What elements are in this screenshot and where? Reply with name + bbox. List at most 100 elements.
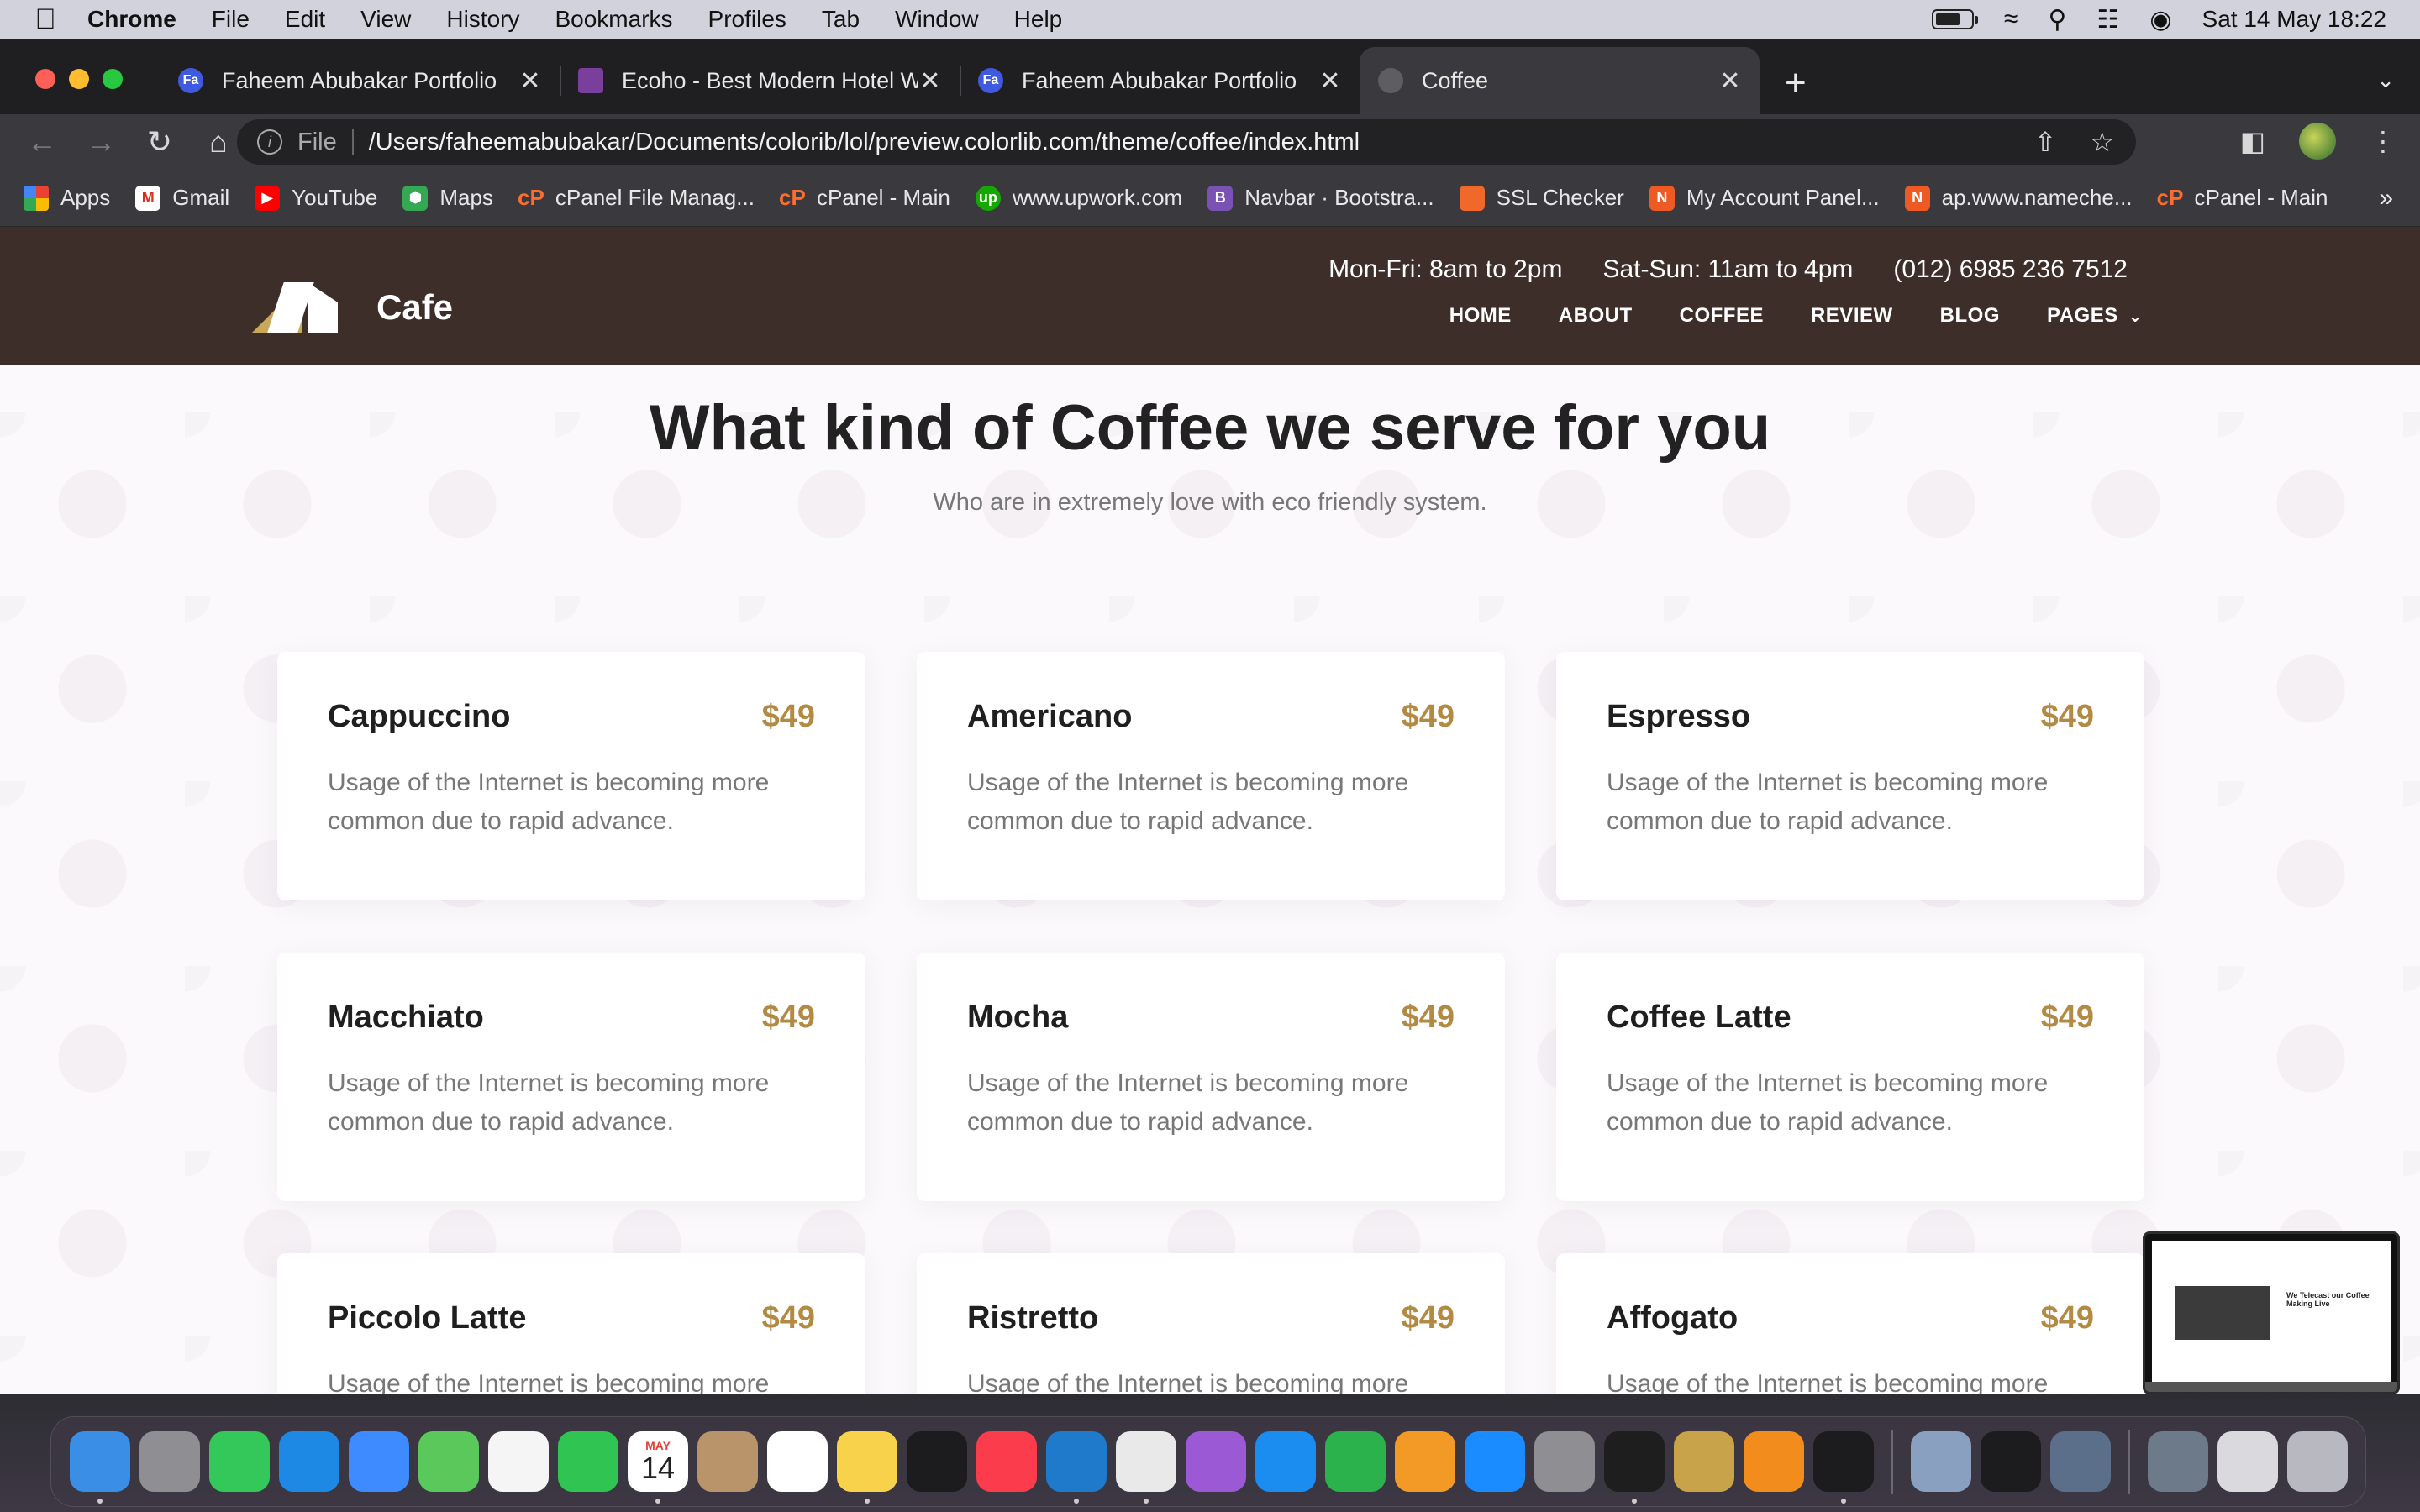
wifi-icon[interactable]: ≈: [2004, 5, 2018, 34]
site-info-icon[interactable]: i: [257, 129, 282, 155]
minimize-window-button[interactable]: [69, 69, 89, 89]
contacts-icon[interactable]: [697, 1431, 758, 1492]
menu-file[interactable]: File: [212, 6, 250, 33]
pages-icon[interactable]: [1395, 1431, 1455, 1492]
bookmark-namecheap-ap[interactable]: N ap.www.nameche...: [1904, 185, 2133, 211]
tab-portfolio-2[interactable]: Fa Faheem Abubakar Portfolio ✕: [960, 47, 1360, 114]
back-arrow-icon[interactable]: ←: [25, 124, 59, 160]
bookmark-maps[interactable]: ⬢ Maps: [402, 185, 493, 211]
chrome-menu-kebab-icon[interactable]: ⋮: [2370, 125, 2396, 157]
system-preferences-icon[interactable]: [1534, 1431, 1595, 1492]
menu-card-piccolo-latte[interactable]: Piccolo Latte $49 Usage of the Internet …: [277, 1253, 865, 1394]
bookmark-gmail[interactable]: M Gmail: [135, 185, 229, 211]
mail-icon[interactable]: [349, 1431, 409, 1492]
close-tab-icon[interactable]: ✕: [918, 66, 943, 96]
nav-about[interactable]: ABOUT: [1559, 304, 1633, 328]
music-icon[interactable]: [976, 1431, 1037, 1492]
forward-arrow-icon[interactable]: →: [84, 124, 118, 160]
close-tab-icon[interactable]: ✕: [1718, 66, 1743, 96]
battery-icon[interactable]: [1931, 9, 1978, 29]
menu-bookmarks[interactable]: Bookmarks: [555, 6, 672, 33]
menu-window[interactable]: Window: [895, 6, 979, 33]
vlc-icon[interactable]: [1744, 1431, 1804, 1492]
tab-coffee[interactable]: Coffee ✕: [1360, 47, 1760, 114]
nav-pages[interactable]: PAGES ⌄: [2047, 304, 2143, 328]
photos-icon[interactable]: [488, 1431, 549, 1492]
menu-card-mocha[interactable]: Mocha $49 Usage of the Internet is becom…: [917, 953, 1505, 1201]
menu-history[interactable]: History: [446, 6, 519, 33]
home-icon[interactable]: ⌂: [202, 124, 235, 160]
reload-icon[interactable]: ↻: [143, 124, 176, 160]
podcasts-icon[interactable]: [1186, 1431, 1246, 1492]
control-center-icon[interactable]: ☷: [2096, 5, 2119, 34]
bookmark-cpanel-main[interactable]: cP cPanel - Main: [779, 185, 950, 211]
tv-icon[interactable]: [907, 1431, 967, 1492]
share-icon[interactable]: ⇧: [2034, 126, 2057, 158]
tab-portfolio-1[interactable]: Fa Faheem Abubakar Portfolio ✕: [160, 47, 560, 114]
menu-tab[interactable]: Tab: [822, 6, 860, 33]
menu-card-macchiato[interactable]: Macchiato $49 Usage of the Internet is b…: [277, 953, 865, 1201]
menu-profiles[interactable]: Profiles: [708, 6, 786, 33]
trash-icon[interactable]: [2287, 1431, 2348, 1492]
figma-icon[interactable]: [1604, 1431, 1665, 1504]
activity-monitor-icon[interactable]: [1981, 1431, 2041, 1492]
tab-search-chevron-icon[interactable]: ⌄: [2376, 67, 2395, 93]
notes-icon[interactable]: [837, 1431, 897, 1504]
siri-icon[interactable]: ◉: [2149, 5, 2171, 34]
more-bookmarks-chevron-icon[interactable]: »: [2379, 184, 2393, 213]
chrome-icon[interactable]: [1116, 1431, 1176, 1504]
close-window-button[interactable]: [35, 69, 55, 89]
side-panel-icon[interactable]: ◧: [2240, 125, 2265, 157]
menu-card-affogato[interactable]: Affogato $49 Usage of the Internet is be…: [1556, 1253, 2144, 1394]
menu-app-name[interactable]: Chrome: [87, 6, 176, 33]
calendar-icon[interactable]: MAY 14: [628, 1431, 688, 1504]
nav-review[interactable]: REVIEW: [1811, 304, 1893, 328]
fullscreen-window-button[interactable]: [103, 69, 123, 89]
nav-coffee[interactable]: COFFEE: [1680, 304, 1764, 328]
numbers-icon[interactable]: [1325, 1431, 1386, 1492]
screenshot-stack-icon[interactable]: [2217, 1431, 2278, 1492]
bookmark-upwork[interactable]: up www.upwork.com: [975, 185, 1182, 211]
app-store-icon[interactable]: [1465, 1431, 1525, 1492]
menu-card-cappuccino[interactable]: Cappuccino $49 Usage of the Internet is …: [277, 652, 865, 900]
spotlight-search-icon[interactable]: ⚲: [2048, 5, 2066, 34]
new-tab-plus-icon[interactable]: +: [1785, 62, 1807, 104]
url-text[interactable]: /Users/faheemabubakar/Documents/colorib/…: [369, 129, 1360, 156]
menu-view[interactable]: View: [360, 6, 411, 33]
keynote-icon[interactable]: [1255, 1431, 1316, 1492]
menu-card-espresso[interactable]: Espresso $49 Usage of the Internet is be…: [1556, 652, 2144, 900]
messages-icon[interactable]: [209, 1431, 270, 1492]
menu-card-coffee-latte[interactable]: Coffee Latte $49 Usage of the Internet i…: [1556, 953, 2144, 1201]
menu-card-ristretto[interactable]: Ristretto $49 Usage of the Internet is b…: [917, 1253, 1505, 1394]
facetime-icon[interactable]: [558, 1431, 618, 1492]
menu-help[interactable]: Help: [1014, 6, 1063, 33]
menu-card-americano[interactable]: Americano $49 Usage of the Internet is b…: [917, 652, 1505, 900]
archive-utility-icon[interactable]: [1674, 1431, 1734, 1492]
vscode-icon[interactable]: [1046, 1431, 1107, 1504]
bookmark-youtube[interactable]: ▶ YouTube: [255, 185, 377, 211]
bookmark-cpanel-file-manager[interactable]: cP cPanel File Manag...: [518, 185, 755, 211]
safari-icon[interactable]: [279, 1431, 339, 1492]
profile-avatar[interactable]: [2299, 123, 2336, 160]
launchpad-icon[interactable]: [139, 1431, 200, 1492]
address-bar[interactable]: i File /Users/faheemabubakar/Documents/c…: [237, 119, 2136, 165]
site-logo[interactable]: Cafe: [252, 282, 453, 333]
bookmark-apps[interactable]: Apps: [24, 185, 110, 211]
bookmark-ssl-checker[interactable]: SSL Checker: [1459, 185, 1624, 211]
finder-icon[interactable]: [70, 1431, 130, 1504]
nav-home[interactable]: HOME: [1449, 304, 1512, 328]
bookmark-cpanel-main-2[interactable]: cP cPanel - Main: [2157, 185, 2328, 211]
close-tab-icon[interactable]: ✕: [518, 66, 543, 96]
downloads-stack-icon[interactable]: [2148, 1431, 2208, 1492]
terminal-icon[interactable]: [1813, 1431, 1874, 1504]
nav-blog[interactable]: BLOG: [1940, 304, 2000, 328]
reminders-icon[interactable]: [767, 1431, 828, 1492]
tab-ecoho[interactable]: Ecoho - Best Modern Hotel We ✕: [560, 47, 960, 114]
preview-icon[interactable]: [1911, 1431, 1971, 1492]
bookmark-star-icon[interactable]: ☆: [2090, 126, 2114, 158]
bookmark-my-account-panel[interactable]: N My Account Panel...: [1649, 185, 1880, 211]
menu-bar-clock[interactable]: Sat 14 May 18:22: [2202, 6, 2386, 33]
apple-logo-icon[interactable]: : [32, 3, 59, 35]
screenshot-preview-thumbnail[interactable]: We Telecast our Coffee Making Live: [2143, 1231, 2400, 1394]
maps-app-icon[interactable]: [418, 1431, 479, 1492]
